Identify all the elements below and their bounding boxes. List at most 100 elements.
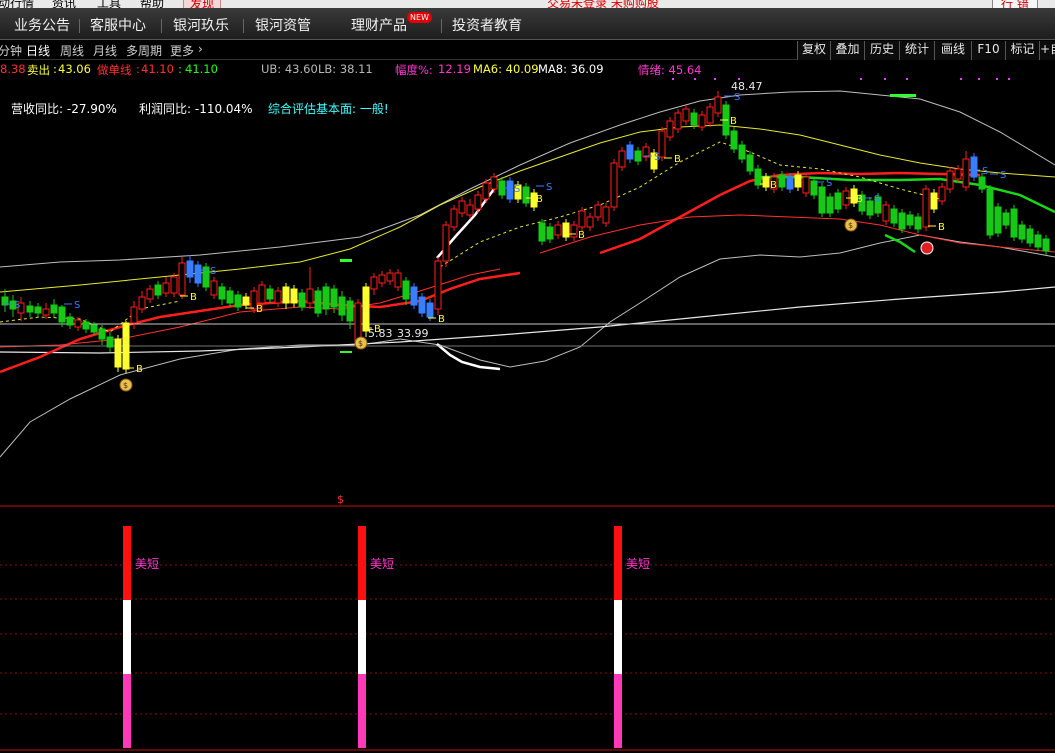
- candle-body: [226, 290, 234, 304]
- candle-body: [330, 288, 338, 308]
- amplitude-label: 幅度%:: [395, 63, 433, 77]
- signal-markers: BBBBBBBBBBBBS SSS SSSSSS S$$$: [4, 78, 1010, 392]
- sell-marker: S: [654, 152, 660, 163]
- amplitude-value: 12.19: [438, 62, 471, 76]
- signal-bar-red: [358, 526, 366, 600]
- signal-bar-pink: [123, 674, 131, 748]
- chevron-right-icon[interactable]: ›: [198, 42, 203, 56]
- candle-body: [26, 305, 34, 313]
- candle-body: [346, 300, 354, 322]
- candle-body: [338, 296, 346, 316]
- candle-body: [730, 130, 738, 150]
- short-colon-2: :: [178, 62, 182, 76]
- menu-market[interactable]: 动行情: [0, 0, 34, 8]
- candle-body: [1034, 234, 1042, 248]
- candle-body: [898, 212, 906, 230]
- statistics-button[interactable]: 统计: [899, 41, 934, 60]
- history-button[interactable]: 历史: [864, 41, 899, 60]
- candle-body: [90, 324, 98, 333]
- indicator-bar: 8.38 卖出 : 43.06 做单线 : 41.10 : 41.10 UB: …: [0, 61, 1055, 77]
- sell-marker: S: [982, 166, 988, 177]
- login-status[interactable]: 交易未登录 未购购股: [547, 0, 659, 8]
- green-dash: [340, 259, 352, 262]
- top-dot: [860, 78, 862, 80]
- candle-body: [194, 264, 202, 284]
- signal-label: 美短: [626, 557, 650, 571]
- tab-weekly[interactable]: 周线: [60, 42, 84, 59]
- top-dot: [672, 78, 674, 80]
- candle-body: [882, 204, 890, 222]
- top-right-button[interactable]: 行 错: [992, 0, 1038, 8]
- candle-body: [210, 280, 218, 296]
- candle-body: [218, 286, 226, 300]
- candle-body: [42, 308, 50, 316]
- candle-body: [402, 280, 410, 300]
- candle-body: [466, 204, 474, 216]
- candle-body: [690, 112, 698, 126]
- top-menu-bar: 动行情 资讯 工具 帮助 发现 交易未登录 未购购股 行 错: [0, 0, 1055, 8]
- candle-body: [994, 206, 1002, 234]
- tab-more[interactable]: 更多: [170, 42, 194, 59]
- candle-body: [386, 272, 394, 282]
- buy-marker: B: [536, 194, 543, 205]
- candle-body: [666, 120, 674, 138]
- candle-body: [1018, 224, 1026, 240]
- dollar-marker-axis: $: [337, 493, 344, 506]
- ma-green-line-2: [884, 233, 916, 254]
- candle-body: [826, 196, 834, 214]
- candle-body: [738, 144, 746, 160]
- nav-wealth-products[interactable]: 理财产品: [351, 15, 407, 35]
- buy-marker: B: [770, 180, 777, 191]
- sell-colon: :: [53, 62, 57, 76]
- money-bag-symbol: $: [848, 221, 853, 230]
- signal-subchart[interactable]: 美短 美短 美短: [0, 508, 1055, 753]
- draw-line-button[interactable]: 画线: [934, 41, 971, 60]
- candle-body: [818, 186, 826, 214]
- nav-announcements[interactable]: 业务公告: [14, 15, 70, 35]
- candle-body: [258, 284, 266, 304]
- candle-body: [578, 210, 586, 228]
- candle-body: [1010, 208, 1018, 238]
- tab-multi-period[interactable]: 多周期: [126, 42, 162, 59]
- nav-separator: [161, 19, 162, 33]
- nav-investor-education[interactable]: 投资者教育: [452, 15, 522, 35]
- nav-asset-management[interactable]: 银河资管: [255, 15, 311, 35]
- candle-body: [314, 290, 322, 314]
- tab-daily[interactable]: 日线: [26, 42, 50, 59]
- candle-body: [426, 302, 434, 318]
- candle-body: [82, 321, 90, 330]
- candle-body: [74, 319, 82, 328]
- nav-galaxy-fun[interactable]: 银河玖乐: [173, 15, 229, 35]
- buy-marker: B: [674, 154, 681, 165]
- candle-body: [146, 288, 154, 300]
- tab-minute[interactable]: 分钟: [0, 42, 22, 59]
- menu-discover[interactable]: 发现: [183, 0, 222, 8]
- candle-body: [754, 168, 762, 186]
- mark-button[interactable]: 标记: [1005, 41, 1039, 60]
- candle-body: [714, 96, 722, 114]
- short-line-label: 做单线: [97, 63, 132, 77]
- price-chart[interactable]: BBBBBBBBBBBBS SSS SSSSSS S$$$ 48.47 5.83 33…: [0, 77, 1055, 507]
- candle-body: [186, 260, 194, 278]
- overlay-button[interactable]: 叠加: [830, 41, 864, 60]
- f10-button[interactable]: F10: [971, 41, 1005, 60]
- nav-customer-service[interactable]: 客服中心: [90, 15, 146, 35]
- buy-marker: B: [438, 314, 445, 325]
- candle-body: [954, 168, 962, 180]
- buy-marker: B: [856, 194, 863, 205]
- candle-body: [962, 158, 970, 188]
- tab-monthly[interactable]: 月线: [93, 42, 117, 59]
- restore-rights-button[interactable]: 复权: [797, 41, 830, 60]
- add-custom-button[interactable]: +自: [1039, 41, 1055, 60]
- lower-band: LB: 38.11: [318, 62, 373, 76]
- top-dot: [1008, 78, 1010, 80]
- menu-tools[interactable]: 工具: [97, 0, 121, 8]
- candle-body: [706, 106, 714, 124]
- candle-body: [746, 154, 754, 172]
- candle-body: [914, 216, 922, 230]
- menu-news[interactable]: 资讯: [52, 0, 76, 8]
- buy-marker: B: [578, 230, 585, 241]
- menu-help[interactable]: 帮助: [140, 0, 164, 8]
- candle-body: [34, 306, 42, 314]
- ma6-value: MA6: 40.09: [473, 62, 539, 76]
